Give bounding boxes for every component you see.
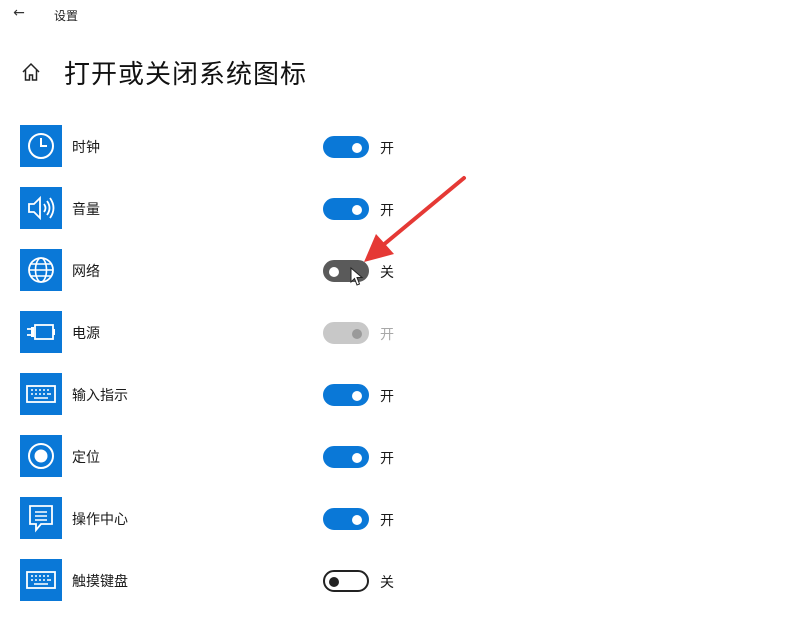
keyboard-icon — [20, 373, 62, 415]
setting-row-touch-keyboard: 触摸键盘 关 — [20, 559, 420, 621]
toggle-state-label: 开 — [380, 327, 394, 343]
action-center-toggle[interactable] — [323, 508, 369, 530]
toggle-state-label: 开 — [380, 513, 394, 529]
system-icon-list: 时钟 开 音量 开 网络 关 电源 开 输入指示 开 定位 开 操作中心 开 触… — [20, 125, 420, 621]
setting-label: 音量 — [72, 202, 100, 218]
setting-label: 网络 — [72, 264, 100, 280]
page-title: 打开或关闭系统图标 — [64, 60, 308, 90]
setting-row-input-indicator: 输入指示 开 — [20, 373, 420, 435]
location-toggle[interactable] — [323, 446, 369, 468]
setting-row-clock: 时钟 开 — [20, 125, 420, 187]
toggle-state-label: 关 — [380, 265, 394, 281]
back-arrow-icon: ← — [13, 5, 25, 21]
toggle-state-label: 关 — [380, 575, 394, 591]
back-button[interactable]: ← — [8, 3, 30, 23]
action-center-icon — [20, 497, 62, 539]
app-title: 设置 — [54, 9, 79, 23]
globe-network-icon — [20, 249, 62, 291]
setting-row-location: 定位 开 — [20, 435, 420, 497]
volume-toggle[interactable] — [323, 198, 369, 220]
input-indicator-toggle[interactable] — [323, 384, 369, 406]
clock-toggle[interactable] — [323, 136, 369, 158]
touch-keyboard-icon — [20, 559, 62, 601]
setting-row-power: 电源 开 — [20, 311, 420, 373]
setting-row-volume: 音量 开 — [20, 187, 420, 249]
power-toggle[interactable] — [323, 322, 369, 344]
toggle-state-label: 开 — [380, 389, 394, 405]
clock-icon — [20, 125, 62, 167]
setting-label: 操作中心 — [72, 512, 128, 528]
toggle-state-label: 开 — [380, 451, 394, 467]
toggle-state-label: 开 — [380, 141, 394, 157]
touch-keyboard-toggle[interactable] — [323, 570, 369, 592]
toggle-state-label: 开 — [380, 203, 394, 219]
home-icon[interactable] — [20, 61, 42, 83]
setting-label: 输入指示 — [72, 388, 128, 404]
battery-plug-icon — [20, 311, 62, 353]
setting-label: 触摸键盘 — [72, 574, 128, 590]
title-bar: ← 设置 — [0, 0, 800, 30]
setting-label: 定位 — [72, 450, 100, 466]
location-icon — [20, 435, 62, 477]
setting-label: 电源 — [72, 326, 100, 342]
volume-icon — [20, 187, 62, 229]
setting-label: 时钟 — [72, 140, 100, 156]
setting-row-action-center: 操作中心 开 — [20, 497, 420, 559]
mouse-cursor-icon — [350, 266, 364, 291]
